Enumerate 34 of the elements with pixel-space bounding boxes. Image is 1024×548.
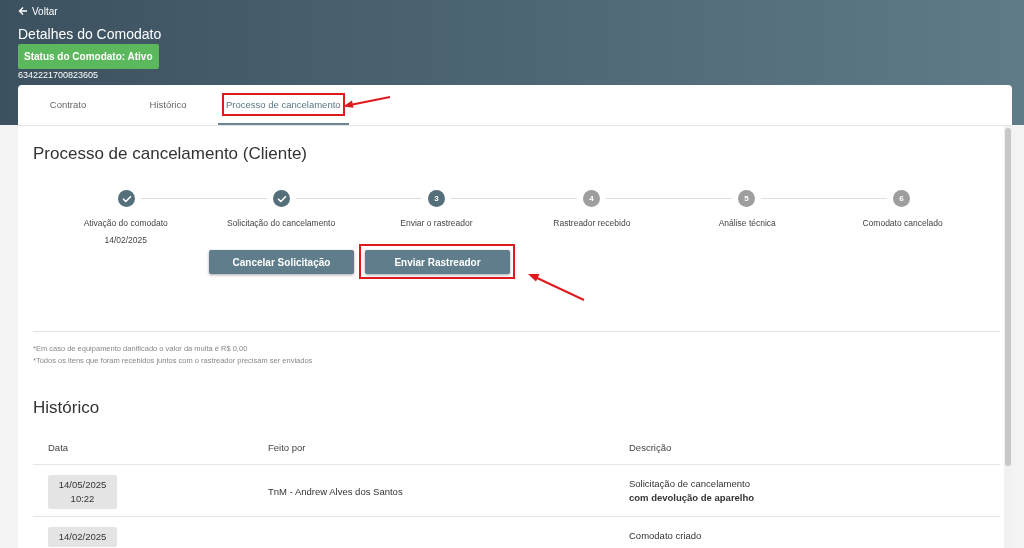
step-label: Solicitação do cancelamento [226, 218, 336, 228]
tab[interactable]: Contrato [18, 85, 118, 125]
status-badge: Status do Comodato: Ativo [18, 44, 159, 69]
date-badge: 14/02/2025 [48, 527, 117, 547]
section-title: Processo de cancelamento (Cliente) [33, 144, 308, 164]
action-button[interactable]: Enviar Rastreador [365, 250, 510, 274]
page-title: Detalhes do Comodato [18, 26, 162, 42]
annotation-arrow [526, 272, 586, 302]
step-number: 4 [583, 190, 600, 207]
step-label: Comodato cancelado [862, 218, 943, 228]
step-label: Rastreador recebido [553, 218, 631, 228]
back-link[interactable]: Voltar [18, 5, 58, 17]
description-cell: Solicitação de cancelamento com devolução de aparelho [629, 477, 755, 505]
step-label: Enviar o rastreador [400, 218, 473, 228]
column-header: Feito por [268, 442, 306, 453]
step-date: 14/02/2025 [104, 235, 147, 245]
column-header: Descrição [629, 442, 672, 453]
step-label: Análise técnica [718, 218, 776, 228]
column-header: Data [48, 442, 69, 453]
step-number: 5 [738, 190, 755, 207]
contract-number: 6342221700823605 [18, 70, 99, 80]
action-button[interactable]: Cancelar Solicitação [209, 250, 354, 274]
scrollbar[interactable] [1004, 126, 1012, 548]
author-cell: TnM - Andrew Alves dos Santos [268, 486, 403, 497]
description-cell: Comodato criado [629, 529, 702, 543]
step-number: 3 [428, 190, 445, 207]
tab[interactable]: Histórico [118, 85, 218, 125]
back-arrow-icon [18, 6, 28, 16]
tab[interactable]: Processo de cancelamento [218, 85, 349, 125]
annotation-arrow [342, 96, 392, 108]
step-number: 6 [893, 190, 910, 207]
step-label: Ativação do comodato [83, 218, 168, 228]
section-title: Histórico [33, 398, 100, 418]
date-badge: 14/05/2025 10:22 [48, 475, 117, 509]
